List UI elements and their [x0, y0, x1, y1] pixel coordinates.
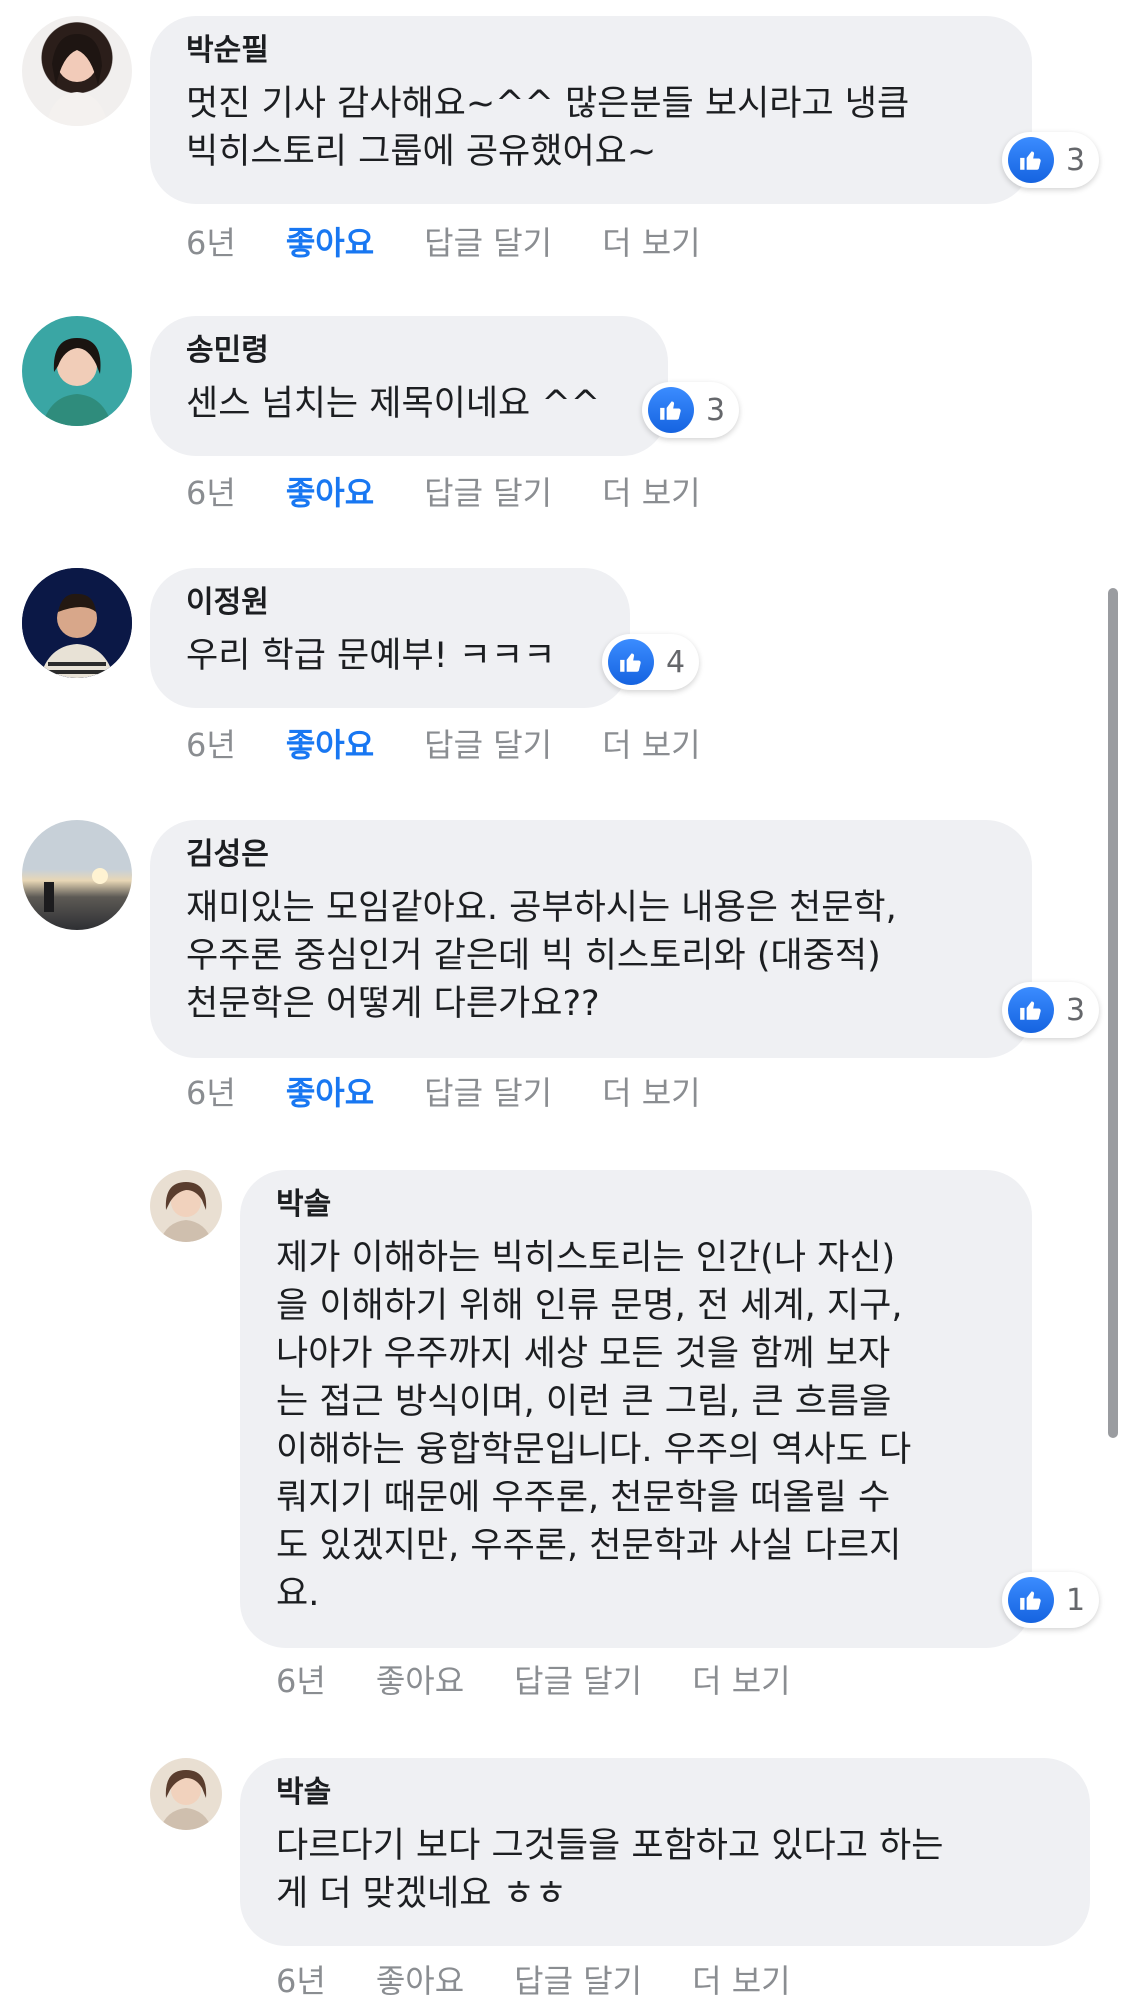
comment-bubble: 박솔 제가 이해하는 빅히스토리는 인간(나 자신) 을 이해하기 위해 인류 … [240, 1170, 1032, 1648]
comment-actions: 6년 좋아요 답글 달기 더 보기 [186, 468, 751, 514]
reaction-count: 3 [706, 392, 726, 428]
reaction-badge[interactable]: 4 [602, 634, 700, 690]
more-button[interactable]: 더 보기 [692, 1656, 791, 1702]
reaction-badge[interactable]: 1 [1002, 1572, 1100, 1628]
reaction-badge[interactable]: 3 [1002, 132, 1100, 188]
comment-time[interactable]: 6년 [276, 1956, 326, 2002]
avatar[interactable] [22, 820, 132, 930]
reply-button[interactable]: 답글 달기 [514, 1956, 642, 2002]
like-button[interactable]: 좋아요 [286, 720, 374, 766]
thumbs-up-icon [1008, 137, 1054, 183]
thumbs-up-icon [1008, 1577, 1054, 1623]
avatar[interactable] [22, 316, 132, 426]
comment-bubble: 김성은 재미있는 모임같아요. 공부하시는 내용은 천문학, 우주론 중심인거 … [150, 820, 1032, 1058]
reaction-count: 3 [1066, 142, 1086, 178]
like-button[interactable]: 좋아요 [286, 218, 374, 264]
comment-bubble: 송민령 센스 넘치는 제목이네요 ^^ [150, 316, 668, 456]
reaction-count: 4 [666, 644, 686, 680]
more-button[interactable]: 더 보기 [602, 468, 701, 514]
comment-time[interactable]: 6년 [186, 218, 236, 264]
more-button[interactable]: 더 보기 [602, 1068, 701, 1114]
scrollbar[interactable] [1108, 588, 1118, 1438]
comment-bubble: 이정원 우리 학급 문예부! ㅋㅋㅋ [150, 568, 630, 708]
like-button[interactable]: 좋아요 [376, 1956, 464, 2002]
thumbs-up-icon [608, 639, 654, 685]
comment-text: 다르다기 보다 그것들을 포함하고 있다고 하는 게 더 맞겠네요 ㅎㅎ [276, 1826, 944, 1914]
comment-time[interactable]: 6년 [276, 1656, 326, 1702]
comment-time[interactable]: 6년 [186, 468, 236, 514]
avatar[interactable] [150, 1170, 222, 1242]
thumbs-up-icon [1008, 987, 1054, 1033]
comment-bubble: 박순필 멋진 기사 감사해요~^^ 많은분들 보시라고 냉큼 빅히스토리 그룹에… [150, 16, 1032, 204]
reaction-count: 1 [1066, 1582, 1086, 1618]
avatar[interactable] [22, 16, 132, 126]
thumbs-up-icon [648, 387, 694, 433]
more-button[interactable]: 더 보기 [692, 1956, 791, 2002]
comment-author[interactable]: 박솔 [276, 1186, 996, 1224]
more-button[interactable]: 더 보기 [602, 720, 701, 766]
comment-actions: 6년 좋아요 답글 달기 더 보기 [276, 1956, 841, 2002]
like-button[interactable]: 좋아요 [286, 1068, 374, 1114]
comment-text: 우리 학급 문예부! ㅋㅋㅋ [186, 636, 556, 676]
comment-author[interactable]: 이정원 [186, 584, 594, 622]
reply-button[interactable]: 답글 달기 [514, 1656, 642, 1702]
like-button[interactable]: 좋아요 [376, 1656, 464, 1702]
comment-time[interactable]: 6년 [186, 1068, 236, 1114]
comment-author[interactable]: 박순필 [186, 32, 996, 70]
comment-actions: 6년 좋아요 답글 달기 더 보기 [186, 1068, 751, 1114]
comment-actions: 6년 좋아요 답글 달기 더 보기 [276, 1656, 841, 1702]
like-button[interactable]: 좋아요 [286, 468, 374, 514]
avatar[interactable] [150, 1758, 222, 1830]
reply-button[interactable]: 답글 달기 [424, 468, 552, 514]
reaction-count: 3 [1066, 992, 1086, 1028]
reply-button[interactable]: 답글 달기 [424, 1068, 552, 1114]
comment-actions: 6년 좋아요 답글 달기 더 보기 [186, 218, 751, 264]
more-button[interactable]: 더 보기 [602, 218, 701, 264]
comment-author[interactable]: 박솔 [276, 1774, 1054, 1812]
reply-button[interactable]: 답글 달기 [424, 218, 552, 264]
comment-bubble: 박솔 다르다기 보다 그것들을 포함하고 있다고 하는 게 더 맞겠네요 ㅎㅎ [240, 1758, 1090, 1946]
avatar[interactable] [22, 568, 132, 678]
reaction-badge[interactable]: 3 [642, 382, 740, 438]
comment-author[interactable]: 김성은 [186, 836, 996, 874]
comment-time[interactable]: 6년 [186, 720, 236, 766]
comment-actions: 6년 좋아요 답글 달기 더 보기 [186, 720, 751, 766]
comment-text: 제가 이해하는 빅히스토리는 인간(나 자신) 을 이해하기 위해 인류 문명,… [276, 1238, 912, 1614]
comment-author[interactable]: 송민령 [186, 332, 632, 370]
comment-text: 재미있는 모임같아요. 공부하시는 내용은 천문학, 우주론 중심인거 같은데 … [186, 888, 897, 1024]
comment-text: 멋진 기사 감사해요~^^ 많은분들 보시라고 냉큼 빅히스토리 그룹에 공유했… [186, 84, 910, 172]
reply-button[interactable]: 답글 달기 [424, 720, 552, 766]
reaction-badge[interactable]: 3 [1002, 982, 1100, 1038]
comment-text: 센스 넘치는 제목이네요 ^^ [186, 384, 601, 424]
